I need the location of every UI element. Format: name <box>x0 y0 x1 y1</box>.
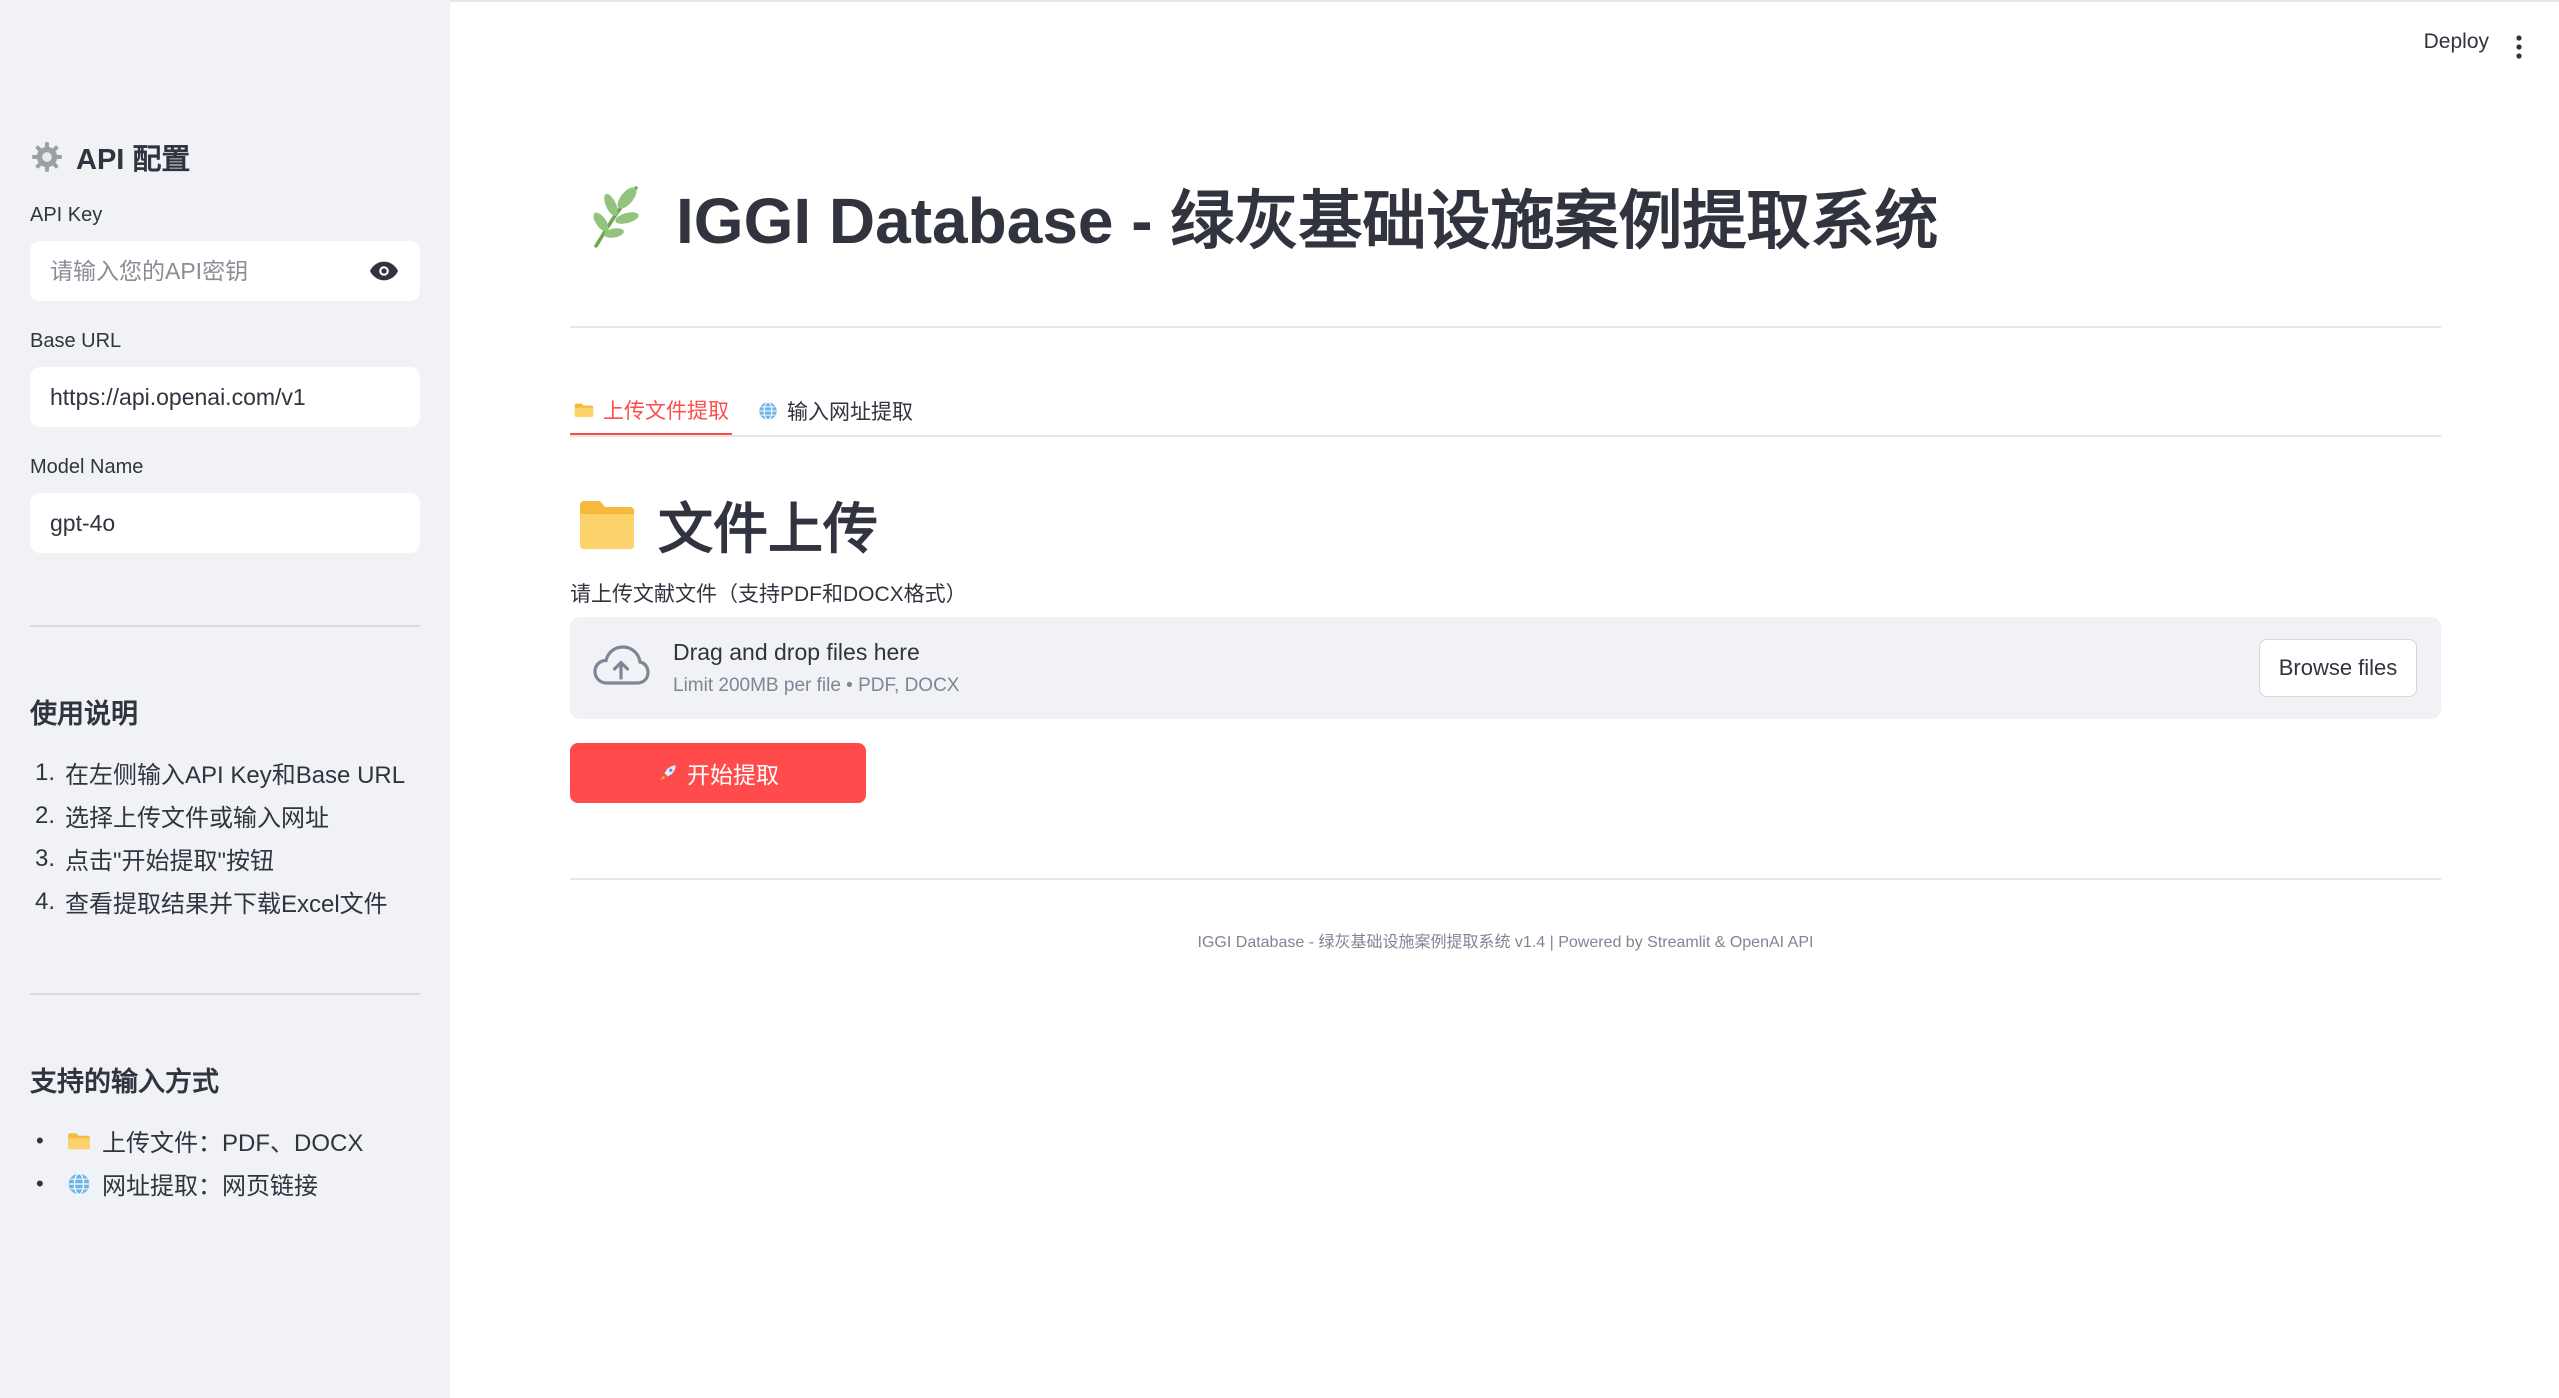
usage-list: 1. 在左侧输入API Key和Base URL 2. 选择上传文件或输入网址 3.… <box>30 751 405 923</box>
model-name-label: Model Name <box>30 456 144 478</box>
sidebar-divider <box>30 625 420 627</box>
usage-title: 使用说明 <box>30 699 138 729</box>
page-title-text: IGGI Database - 绿灰基础设施案例提取系统 <box>676 185 1939 257</box>
page-title: IGGI Database - 绿灰基础设施案例提取系统 <box>582 170 1938 262</box>
deploy-button[interactable]: Deploy <box>2424 30 2489 54</box>
tab-upload-file[interactable]: 上传文件提取 <box>570 386 732 436</box>
cloud-upload-icon <box>593 645 650 685</box>
list-item: • 上传文件：PDF、DOCX <box>36 1127 364 1158</box>
section-title-text: 文件上传 <box>658 498 879 560</box>
rocket-icon <box>660 765 676 781</box>
list-item: 1. 在左侧输入API Key和Base URL <box>35 758 406 790</box>
input-methods-title: 支持的输入方式 <box>30 1067 219 1097</box>
top-border <box>450 0 2559 2</box>
tab-bar: 上传文件提取 输入网址提取 <box>570 386 938 436</box>
api-key-label: API Key <box>30 204 103 226</box>
tab-url-extract[interactable]: 输入网址提取 <box>754 386 916 436</box>
file-dropzone[interactable]: Drag and drop files here Limit 200MB per… <box>570 617 2441 719</box>
start-extract-label: 开始提取 <box>687 762 779 788</box>
base-url-label: Base URL <box>30 330 122 352</box>
sprout-icon <box>593 186 639 248</box>
folder-icon <box>68 1132 90 1149</box>
list-item: 4. 查看提取结果并下载Excel文件 <box>35 887 388 919</box>
folder-icon <box>580 501 634 549</box>
app-root: API 配置 API Key Base URL Model Name 使用说明 … <box>0 0 2559 1398</box>
tab-divider <box>570 435 2441 437</box>
browse-files-button[interactable]: Browse files <box>2259 639 2417 697</box>
upload-label: 请上传文献文件（支持PDF和DOCX格式） <box>570 583 967 606</box>
sidebar-heading-text: API 配置 <box>76 144 191 176</box>
folder-icon <box>574 403 594 417</box>
title-divider <box>570 326 2441 328</box>
list-item: 2. 选择上传文件或输入网址 <box>35 801 329 833</box>
dropzone-limit-text: Limit 200MB per file • PDF, DOCX <box>673 675 960 696</box>
base-url-field[interactable] <box>30 367 420 427</box>
model-name-field[interactable] <box>30 493 420 553</box>
model-name-input[interactable] <box>50 509 400 537</box>
list-item: • 网址提取：网页链接 <box>36 1170 318 1201</box>
list-item: 3. 点击"开始提取"按钮 <box>35 844 275 876</box>
api-key-input[interactable] <box>50 257 368 285</box>
gear-icon <box>32 142 62 172</box>
tab-label: 输入网址提取 <box>787 401 913 424</box>
sidebar-heading: API 配置 <box>30 136 190 178</box>
start-extract-button[interactable]: 开始提取 <box>570 743 866 803</box>
more-menu-icon[interactable] <box>2509 32 2529 62</box>
input-methods-list: • 上传文件：PDF、DOCX • 网址提取：网页链接 <box>30 1119 363 1205</box>
globe-icon <box>759 401 777 421</box>
sidebar-divider <box>30 993 420 995</box>
base-url-input[interactable] <box>50 383 400 411</box>
dropzone-text: Drag and drop files here <box>673 639 920 665</box>
globe-icon <box>68 1172 90 1195</box>
tab-label: 上传文件提取 <box>603 399 729 423</box>
eye-icon[interactable] <box>368 255 400 287</box>
footer-divider <box>570 878 2441 880</box>
footer-text: IGGI Database - 绿灰基础设施案例提取系统 v1.4 | Powe… <box>1197 934 1814 951</box>
api-key-field[interactable] <box>30 241 420 301</box>
sidebar: API 配置 API Key Base URL Model Name 使用说明 … <box>0 0 450 1398</box>
section-title: 文件上传 <box>578 484 878 564</box>
